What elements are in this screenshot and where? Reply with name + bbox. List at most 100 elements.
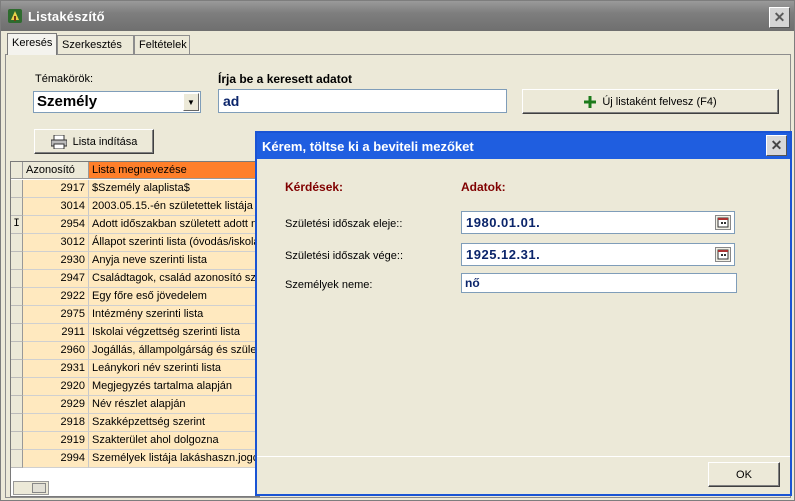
topic-select-value: Személy [37,93,98,110]
row-indicator [11,396,23,414]
table-row[interactable]: 2930 Anyja neve szerinti lista [11,252,259,270]
window-close-button[interactable]: ✕ [769,7,790,28]
row-indicator [11,180,23,198]
row-id-cell[interactable]: 2917 [23,180,89,198]
row-id-cell[interactable]: 2994 [23,450,89,468]
table-row[interactable]: 2929 Név részlet alapján [11,396,259,414]
field-label-gender: Személyek neme: [285,279,373,291]
table-row[interactable]: 2911 Iskolai végzettség szerinti lista [11,324,259,342]
row-name-cell[interactable]: Szakképzettség szerint [89,414,259,432]
row-id-cell[interactable]: 2911 [23,324,89,342]
row-name-cell[interactable]: 2003.05.15.-én születettek listája [89,198,259,216]
row-indicator [11,288,23,306]
grid-indicator-header [11,162,23,179]
run-list-button[interactable]: Lista indítása [34,129,154,154]
table-row[interactable]: 2960 Jogállás, állampolgárság és születé [11,342,259,360]
plus-icon [584,95,597,108]
tab-feltetelek[interactable]: Feltételek [134,35,190,54]
row-id-cell[interactable]: 2947 [23,270,89,288]
dialog-titlebar[interactable]: Kérem, töltse ki a beviteli mezőket ✕ [257,133,790,159]
birth-start-date-value: 1980.01.01. [466,215,541,230]
query-label: Írja be a keresett adatot [218,72,353,86]
row-indicator [11,270,23,288]
table-row[interactable]: I 2954 Adott időszakban született adott ne [11,216,259,234]
row-id-cell[interactable]: 2931 [23,360,89,378]
field-label-birth-end: Születési időszak vége:: [285,250,404,262]
topic-select[interactable]: Személy ▼ [33,91,201,113]
row-indicator [11,252,23,270]
row-indicator [11,324,23,342]
calendar-icon[interactable] [715,215,731,230]
birth-start-date-field[interactable]: 1980.01.01. [461,211,735,234]
row-indicator [11,198,23,216]
row-name-cell[interactable]: Állapot szerinti lista (óvodás/iskolás [89,234,259,252]
column-header-name[interactable]: Lista megnevezése [89,162,259,179]
row-id-cell[interactable]: 3012 [23,234,89,252]
row-id-cell[interactable]: 2930 [23,252,89,270]
row-indicator [11,450,23,468]
row-indicator: I [11,216,23,234]
table-row[interactable]: 2917 $Személy alaplista$ [11,180,259,198]
table-row[interactable]: 3012 Állapot szerinti lista (óvodás/iskol… [11,234,259,252]
table-row[interactable]: 2920 Megjegyzés tartalma alapján [11,378,259,396]
row-name-cell[interactable]: Jogállás, állampolgárság és születé [89,342,259,360]
row-id-cell[interactable]: 2918 [23,414,89,432]
window-title: Listakészítő [28,9,105,24]
calendar-icon[interactable] [715,247,731,262]
row-indicator [11,234,23,252]
scrollbar-thumb[interactable] [32,483,46,493]
row-id-cell[interactable]: 2975 [23,306,89,324]
row-name-cell[interactable]: Anyja neve szerinti lista [89,252,259,270]
app-logo-icon [8,9,22,23]
table-row[interactable]: 2918 Szakképzettség szerint [11,414,259,432]
table-row[interactable]: 3014 2003.05.15.-én születettek listája [11,198,259,216]
row-name-cell[interactable]: Iskolai végzettség szerinti lista [89,324,259,342]
dialog-close-button[interactable]: ✕ [766,135,787,156]
table-row[interactable]: 2919 Szakterület ahol dolgozna [11,432,259,450]
row-id-cell[interactable]: 2920 [23,378,89,396]
row-id-cell[interactable]: 2960 [23,342,89,360]
ok-button[interactable]: OK [708,462,780,487]
row-id-cell[interactable]: 2954 [23,216,89,234]
row-id-cell[interactable]: 2929 [23,396,89,414]
chevron-down-icon[interactable]: ▼ [183,93,199,111]
row-id-cell[interactable]: 3014 [23,198,89,216]
field-label-birth-start: Születési időszak eleje:: [285,218,403,230]
data-header: Adatok: [461,180,506,194]
row-name-cell[interactable]: Személyek listája lakáshaszn.jogcír [89,450,259,468]
search-input[interactable] [219,90,506,112]
tab-kereses[interactable]: Keresés [7,33,57,55]
row-id-cell[interactable]: 2919 [23,432,89,450]
row-name-cell[interactable]: Név részlet alapján [89,396,259,414]
topics-label: Témakörök: [35,73,94,85]
window-titlebar[interactable]: Listakészítő ✕ [1,1,794,31]
row-name-cell[interactable]: Intézmény szerinti lista [89,306,259,324]
list-grid[interactable]: Azonosító Lista megnevezése 2917 $Személ… [10,161,260,497]
table-row[interactable]: 2994 Személyek listája lakáshaszn.jogcír [11,450,259,468]
row-indicator [11,342,23,360]
row-name-cell[interactable]: Adott időszakban született adott ne [89,216,259,234]
row-name-cell[interactable]: Szakterület ahol dolgozna [89,432,259,450]
table-row[interactable]: 2947 Családtagok, család azonosító szár [11,270,259,288]
tab-szerkesztes[interactable]: Szerkesztés [57,35,134,54]
row-name-cell[interactable]: Családtagok, család azonosító szár [89,270,259,288]
gender-value: nő [465,276,480,290]
table-row[interactable]: 2975 Intézmény szerinti lista [11,306,259,324]
new-list-button[interactable]: Új listaként felvesz (F4) [522,89,779,114]
row-id-cell[interactable]: 2922 [23,288,89,306]
grid-horizontal-scrollbar[interactable] [13,481,49,495]
table-row[interactable]: 2931 Leánykori név szerinti lista [11,360,259,378]
birth-end-date-field[interactable]: 1925.12.31. [461,243,735,266]
gender-field[interactable]: nő [461,273,737,293]
run-list-button-label: Lista indítása [72,135,138,148]
dialog-separator [257,456,790,457]
questions-header: Kérdések: [285,180,344,194]
row-name-cell[interactable]: Leánykori név szerinti lista [89,360,259,378]
row-name-cell[interactable]: Megjegyzés tartalma alapján [89,378,259,396]
row-name-cell[interactable]: Egy főre eső jövedelem [89,288,259,306]
search-input-box [218,89,507,113]
row-name-cell[interactable]: $Személy alaplista$ [89,180,259,198]
new-list-button-label: Új listaként felvesz (F4) [602,95,717,108]
column-header-id[interactable]: Azonosító [23,162,89,179]
table-row[interactable]: 2922 Egy főre eső jövedelem [11,288,259,306]
